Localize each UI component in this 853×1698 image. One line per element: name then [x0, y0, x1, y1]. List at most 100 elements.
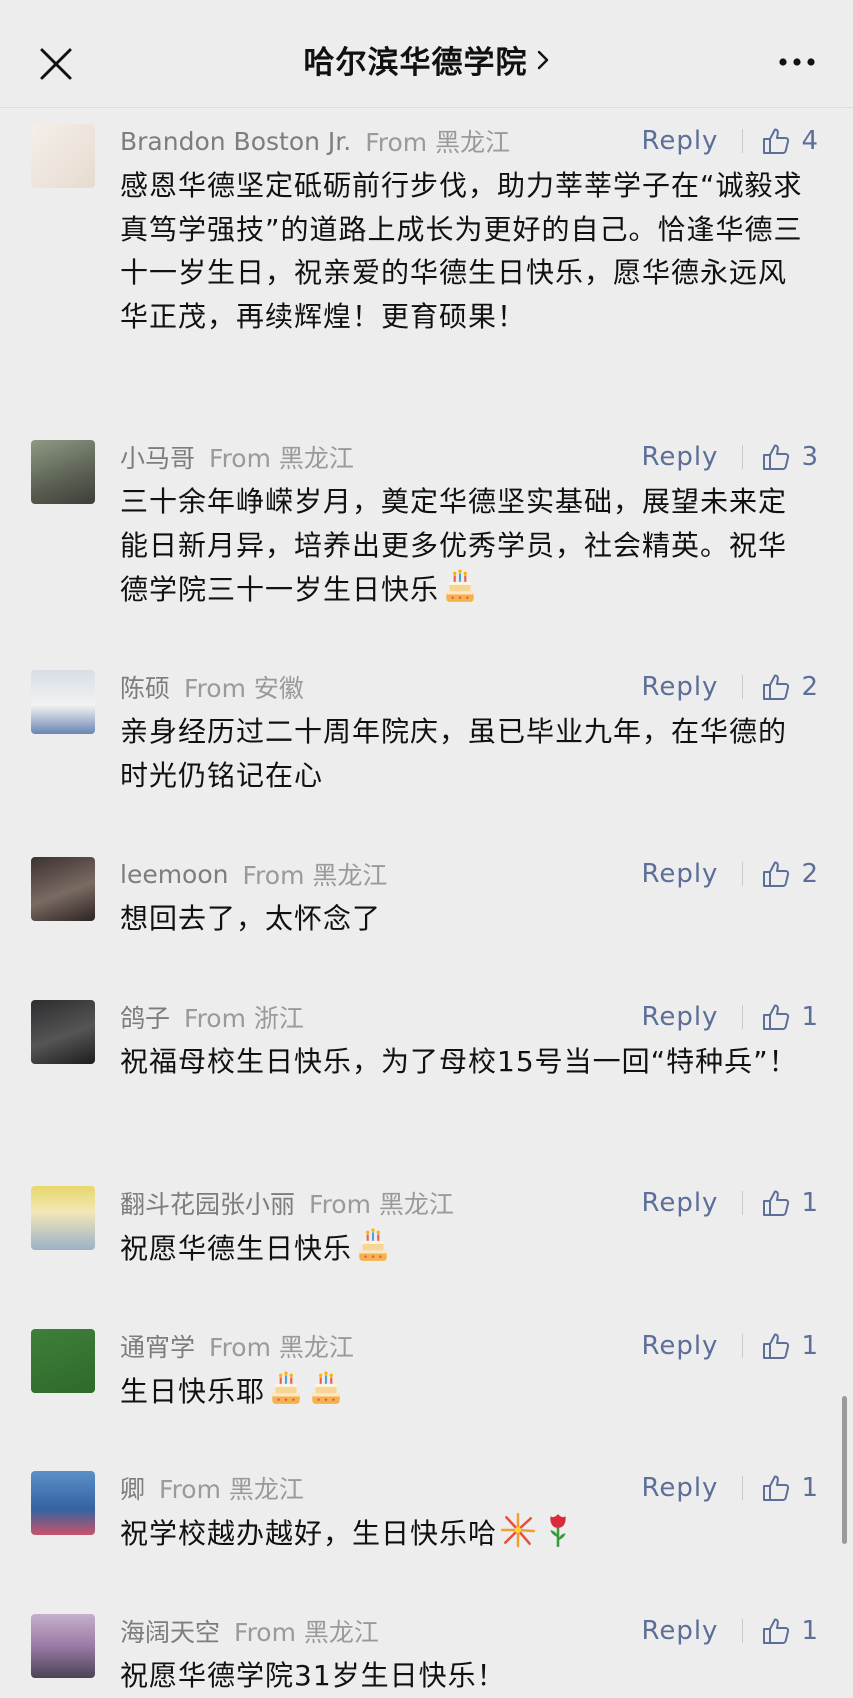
- avatar[interactable]: [31, 1329, 95, 1393]
- commenter-location: From 黑龙江: [365, 128, 511, 157]
- like-count: 1: [801, 1002, 818, 1032]
- commenter-name[interactable]: 通宵学: [120, 1328, 195, 1364]
- avatar[interactable]: [31, 1471, 95, 1535]
- reply-button[interactable]: Reply: [641, 672, 718, 702]
- action-divider: [742, 445, 744, 469]
- comment-text-content: 生日快乐耶: [120, 1375, 266, 1408]
- reply-button[interactable]: Reply: [641, 442, 718, 472]
- like-button[interactable]: 1: [761, 1616, 818, 1646]
- comment-text: 祝学校越办越好，生日快乐哈: [120, 1511, 810, 1556]
- birthday-cake-emoji: [354, 1226, 392, 1264]
- avatar[interactable]: [31, 1614, 95, 1678]
- commenter-location: From 黑龙江: [159, 1475, 304, 1504]
- comment-text: 三十余年峥嵘岁月，奠定华德坚实基础，展望未来定能日新月异，培养出更多优秀学员，社…: [120, 480, 810, 612]
- thumbs-up-icon: [761, 1473, 791, 1503]
- like-button[interactable]: 1: [761, 1331, 818, 1361]
- close-button[interactable]: [36, 44, 76, 84]
- comment-text: 祝愿华德生日快乐: [120, 1226, 810, 1271]
- reply-button[interactable]: Reply: [641, 1616, 718, 1646]
- thumbs-up-icon: [761, 1002, 791, 1032]
- action-divider: [742, 675, 744, 699]
- commenter-name[interactable]: Brandon Boston Jr.: [120, 127, 351, 156]
- comment-text-content: 祝学校越办越好，生日快乐哈: [120, 1517, 498, 1550]
- commenter-location: From 黑龙江: [234, 1618, 379, 1647]
- commenter-name[interactable]: leemoon: [120, 860, 229, 889]
- scrollbar[interactable]: [842, 1396, 847, 1544]
- action-divider: [742, 862, 744, 886]
- comment-text-content: 感恩华德坚定砥砺前行步伐，助力莘莘学子在“诚毅求真笃学强技”的道路上成长为更好的…: [120, 169, 803, 333]
- thumbs-up-icon: [761, 1331, 791, 1361]
- like-count: 3: [801, 442, 818, 472]
- like-count: 4: [801, 126, 818, 156]
- action-divider: [742, 129, 744, 153]
- thumbs-up-icon: [761, 1188, 791, 1218]
- avatar[interactable]: [31, 670, 95, 734]
- reply-button[interactable]: Reply: [641, 1331, 718, 1361]
- reply-button[interactable]: Reply: [641, 1002, 718, 1032]
- like-button[interactable]: 2: [761, 672, 818, 702]
- like-count: 1: [801, 1473, 818, 1503]
- thumbs-up-icon: [761, 859, 791, 889]
- comment-text-content: 亲身经历过二十周年院庆，虽已毕业九年，在华德的时光仍铭记在心: [120, 715, 788, 792]
- commenter-name[interactable]: 陈硕: [120, 669, 170, 705]
- like-button[interactable]: 1: [761, 1188, 818, 1218]
- reply-button[interactable]: Reply: [641, 1473, 718, 1503]
- like-count: 1: [801, 1616, 818, 1646]
- like-button[interactable]: 1: [761, 1473, 818, 1503]
- avatar[interactable]: [31, 1186, 95, 1250]
- comment-text: 想回去了，太怀念了: [120, 897, 810, 941]
- action-divider: [742, 1619, 744, 1643]
- avatar[interactable]: [31, 857, 95, 921]
- birthday-cake-emoji: [307, 1369, 345, 1407]
- comment-text-content: 祝愿华德学院31岁生日快乐！: [120, 1659, 506, 1692]
- page-title: 哈尔滨华德学院: [303, 45, 528, 81]
- commenter-name[interactable]: 海阔天空: [120, 1613, 220, 1649]
- reply-button[interactable]: Reply: [641, 126, 718, 156]
- comment-text-content: 想回去了，太怀念了: [120, 902, 382, 935]
- like-count: 2: [801, 672, 818, 702]
- firework-emoji: [499, 1511, 537, 1549]
- reply-button[interactable]: Reply: [641, 1188, 718, 1218]
- close-icon: [40, 48, 72, 80]
- commenter-location: From 黑龙江: [309, 1190, 454, 1219]
- action-divider: [742, 1191, 744, 1215]
- avatar[interactable]: [31, 1000, 95, 1064]
- avatar[interactable]: [31, 440, 95, 504]
- like-button[interactable]: 1: [761, 1002, 818, 1032]
- birthday-cake-emoji: [441, 567, 479, 605]
- commenter-location: From 浙江: [184, 1004, 304, 1033]
- comment-text: 祝福母校生日快乐，为了母校15号当一回“特种兵”！: [120, 1040, 810, 1084]
- comment-text: 祝愿华德学院31岁生日快乐！: [120, 1654, 810, 1698]
- action-divider: [742, 1476, 744, 1500]
- action-divider: [742, 1005, 744, 1029]
- thumbs-up-icon: [761, 672, 791, 702]
- avatar[interactable]: [31, 124, 95, 188]
- commenter-name[interactable]: 鸽子: [120, 999, 170, 1035]
- commenter-location: From 黑龙江: [209, 444, 354, 473]
- commenter-location: From 黑龙江: [242, 861, 388, 890]
- comment-text: 感恩华德坚定砥砺前行步伐，助力莘莘学子在“诚毅求真笃学强技”的道路上成长为更好的…: [120, 164, 810, 338]
- commenter-name[interactable]: 翻斗花园张小丽: [120, 1185, 295, 1221]
- account-title-button[interactable]: 哈尔滨华德学院: [304, 37, 550, 82]
- reply-button[interactable]: Reply: [641, 859, 718, 889]
- more-options-button[interactable]: [777, 50, 817, 74]
- like-button[interactable]: 4: [761, 126, 818, 156]
- like-button[interactable]: 3: [761, 442, 818, 472]
- birthday-cake-emoji: [267, 1369, 305, 1407]
- comment-text: 生日快乐耶: [120, 1369, 810, 1414]
- comment-text-content: 祝愿华德生日快乐: [120, 1232, 353, 1265]
- chevron-right-icon: [537, 50, 548, 69]
- thumbs-up-icon: [761, 1616, 791, 1646]
- commenter-name[interactable]: 小马哥: [120, 439, 195, 475]
- top-bar: 哈尔滨华德学院: [0, 0, 853, 108]
- commenter-name[interactable]: 卿: [120, 1470, 145, 1506]
- action-divider: [742, 1334, 744, 1358]
- like-count: 1: [801, 1331, 818, 1361]
- thumbs-up-icon: [761, 126, 791, 156]
- comment-text-content: 祝福母校生日快乐，为了母校15号当一回“特种兵”！: [120, 1045, 798, 1078]
- more-icon: [779, 58, 815, 66]
- commenter-location: From 黑龙江: [209, 1333, 354, 1362]
- like-button[interactable]: 2: [761, 859, 818, 889]
- like-count: 1: [801, 1188, 818, 1218]
- thumbs-up-icon: [761, 442, 791, 472]
